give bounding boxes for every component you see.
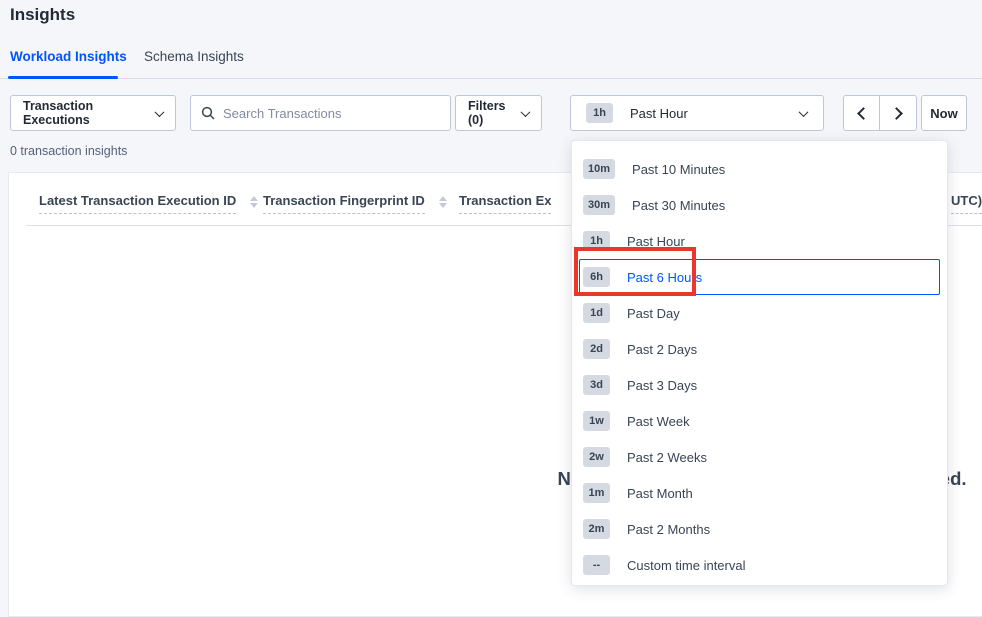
time-option-past-6-hours[interactable]: 6h Past 6 Hours bbox=[579, 259, 940, 295]
time-nav-group bbox=[843, 95, 917, 131]
time-interval-dropdown: 10m Past 10 Minutes 30m Past 30 Minutes … bbox=[571, 140, 948, 586]
time-option-past-3-days[interactable]: 3d Past 3 Days bbox=[579, 367, 940, 403]
time-option-past-hour[interactable]: 1h Past Hour bbox=[579, 223, 940, 259]
sort-icon[interactable] bbox=[250, 196, 258, 208]
search-box[interactable] bbox=[190, 95, 451, 131]
transaction-type-label: Transaction Executions bbox=[23, 99, 156, 127]
search-input[interactable] bbox=[223, 106, 423, 121]
time-option-past-week[interactable]: 1w Past Week bbox=[579, 403, 940, 439]
tab-bar: Workload Insights Schema Insights bbox=[0, 45, 982, 79]
time-option-badge: 2w bbox=[583, 447, 610, 467]
filters-label: Filters (0) bbox=[468, 99, 522, 127]
time-option-custom-interval[interactable]: -- Custom time interval bbox=[579, 547, 940, 583]
tab-workload-insights[interactable]: Workload Insights bbox=[10, 49, 127, 64]
transaction-type-select[interactable]: Transaction Executions bbox=[10, 95, 176, 131]
time-option-past-month[interactable]: 1m Past Month bbox=[579, 475, 940, 511]
previous-interval-button[interactable] bbox=[844, 96, 880, 130]
time-option-badge: 1w bbox=[583, 411, 610, 431]
next-interval-button[interactable] bbox=[880, 96, 916, 130]
time-option-past-30-minutes[interactable]: 30m Past 30 Minutes bbox=[579, 187, 940, 223]
time-option-past-2-months[interactable]: 2m Past 2 Months bbox=[579, 511, 940, 547]
time-interval-label: Past Hour bbox=[630, 106, 688, 121]
time-option-badge: 1h bbox=[583, 231, 610, 251]
time-option-badge: -- bbox=[583, 555, 610, 575]
time-option-past-2-days[interactable]: 2d Past 2 Days bbox=[579, 331, 940, 367]
column-header-utc-fragment: UTC) bbox=[951, 193, 982, 214]
time-option-past-10-minutes[interactable]: 10m Past 10 Minutes bbox=[579, 151, 940, 187]
time-option-badge: 2m bbox=[583, 519, 610, 539]
time-option-badge: 2d bbox=[583, 339, 610, 359]
time-option-past-2-weeks[interactable]: 2w Past 2 Weeks bbox=[579, 439, 940, 475]
page-title: Insights bbox=[10, 5, 75, 25]
time-option-badge: 6h bbox=[583, 267, 610, 287]
time-interval-badge: 1h bbox=[586, 103, 613, 123]
chevron-down-icon bbox=[799, 107, 809, 117]
time-option-badge: 1m bbox=[583, 483, 610, 503]
column-header-transaction-execution: Transaction Ex bbox=[459, 193, 551, 214]
time-option-badge: 3d bbox=[583, 375, 610, 395]
column-header-transaction-fingerprint-id: Transaction Fingerprint ID bbox=[263, 193, 447, 214]
tab-schema-insights[interactable]: Schema Insights bbox=[144, 49, 244, 64]
time-option-badge: 30m bbox=[583, 195, 615, 215]
now-button[interactable]: Now bbox=[921, 95, 967, 131]
insights-page: Insights Workload Insights Schema Insigh… bbox=[0, 0, 982, 605]
time-interval-select[interactable]: 1h Past Hour bbox=[570, 95, 824, 131]
filters-button[interactable]: Filters (0) bbox=[455, 95, 542, 131]
time-option-past-day[interactable]: 1d Past Day bbox=[579, 295, 940, 331]
insights-count-text: 0 transaction insights bbox=[10, 144, 127, 158]
chevron-left-icon bbox=[857, 107, 870, 120]
column-header-latest-transaction-execution-id: Latest Transaction Execution ID bbox=[39, 193, 258, 214]
time-option-badge: 1d bbox=[583, 303, 610, 323]
chevron-right-icon bbox=[890, 107, 903, 120]
search-icon bbox=[201, 106, 215, 120]
active-tab-underline bbox=[8, 76, 118, 79]
sort-icon[interactable] bbox=[439, 196, 447, 208]
time-option-badge: 10m bbox=[583, 159, 615, 179]
